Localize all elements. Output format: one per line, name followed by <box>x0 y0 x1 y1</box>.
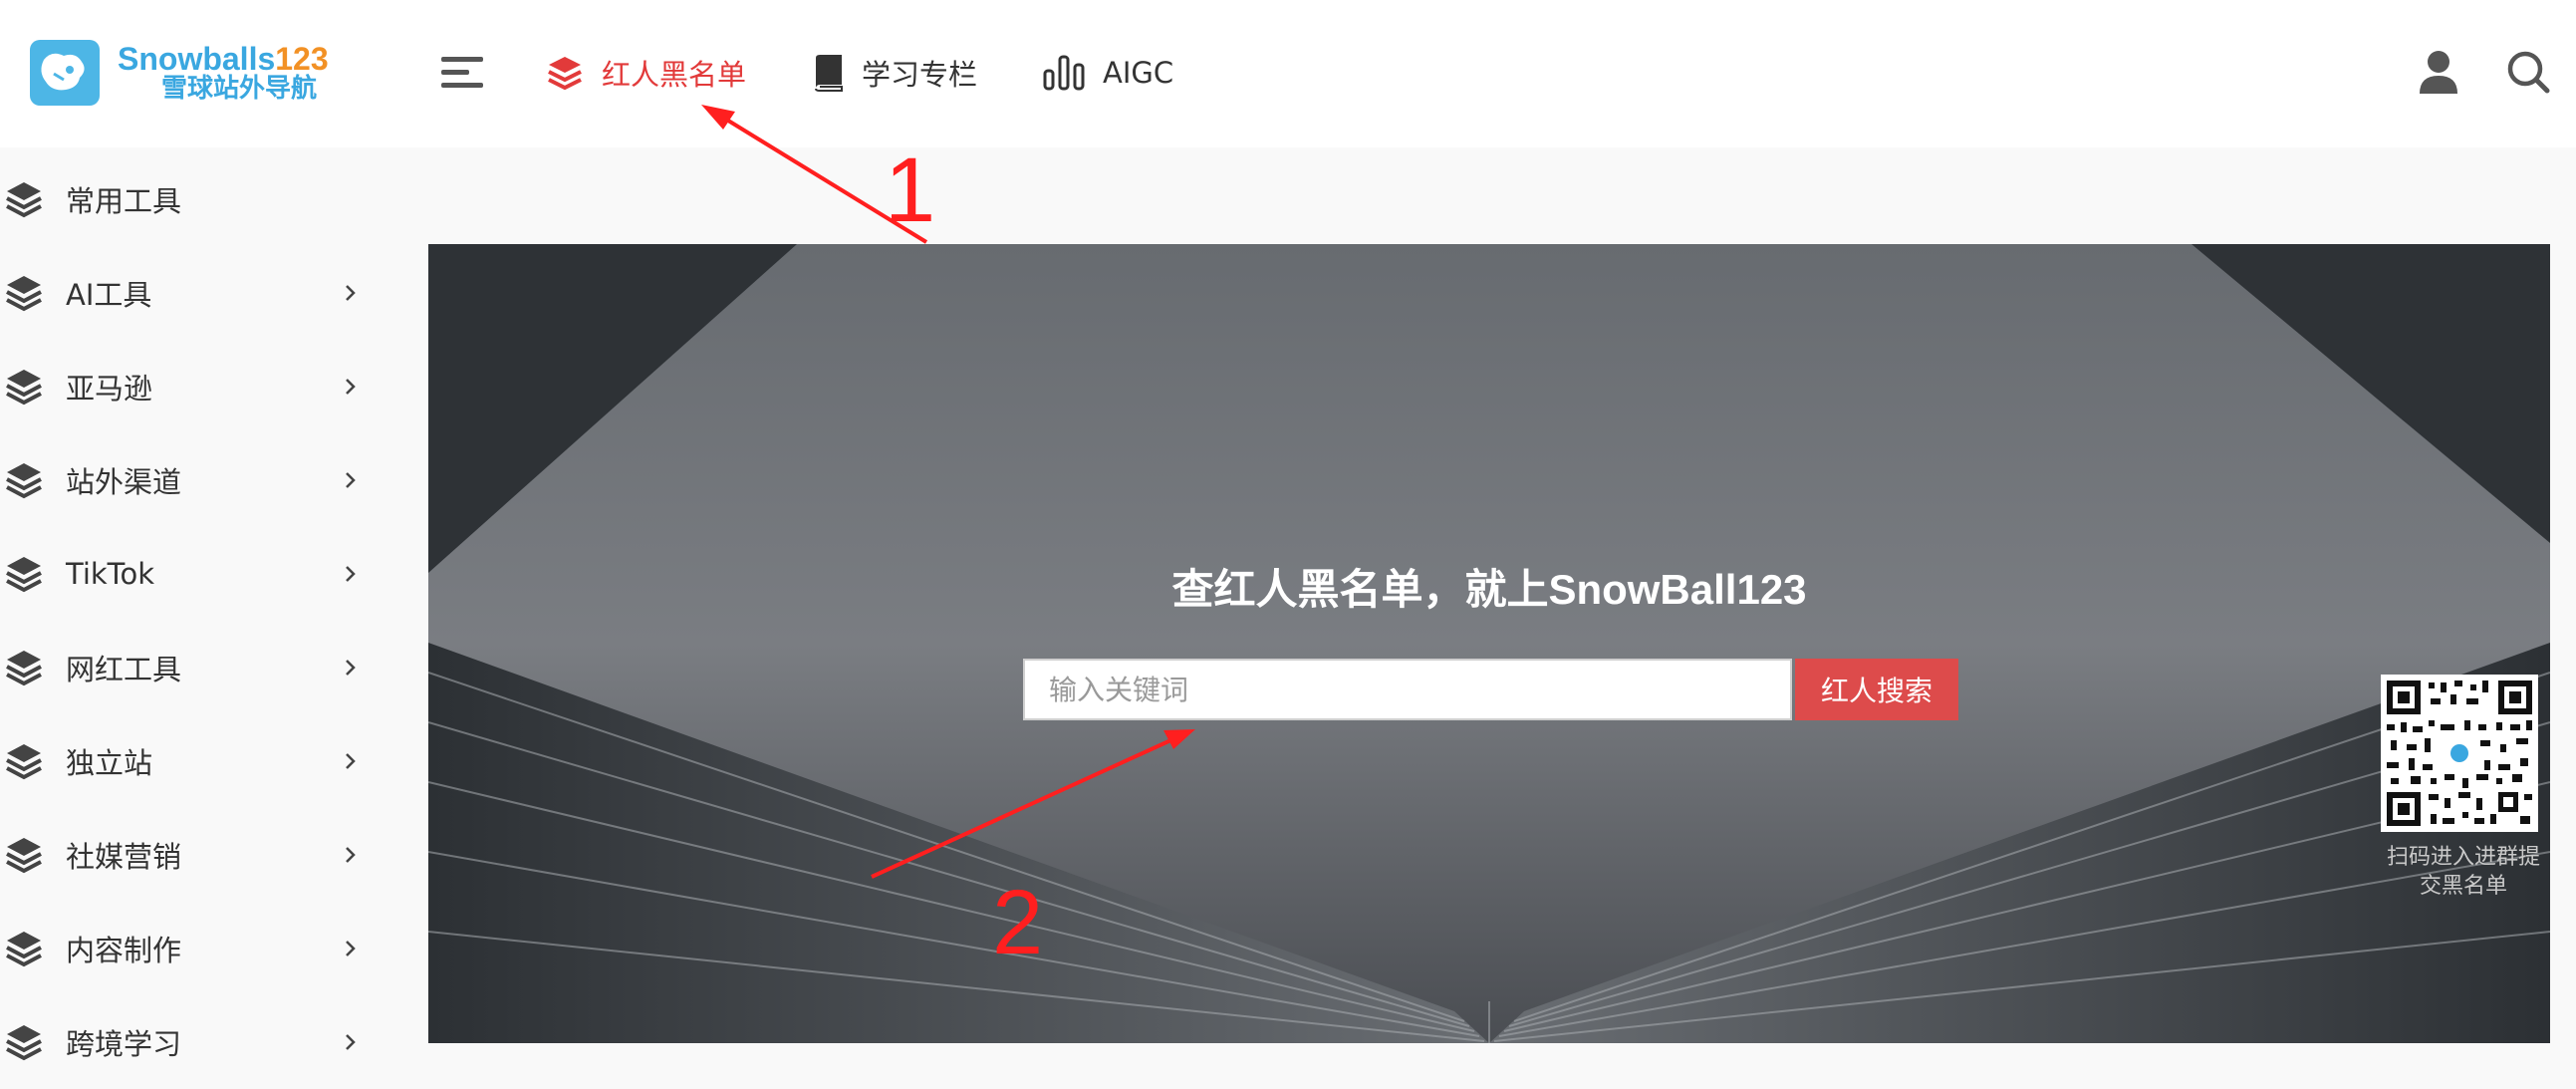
chevron-right-icon <box>346 753 356 769</box>
bar-chart-icon <box>1043 55 1085 91</box>
user-icon[interactable] <box>2419 50 2458 94</box>
menu-toggle-icon[interactable] <box>441 52 487 92</box>
layers-icon <box>6 557 42 593</box>
sidebar: 常用工具 AI工具 亚马逊 站外渠道 TikTok 网红工具 独立站 社媒营销 … <box>0 147 379 1061</box>
logo-subtitle: 雪球站外导航 <box>161 74 318 105</box>
snowball-logo-icon <box>30 40 100 106</box>
sidebar-item-amazon[interactable]: 亚马逊 <box>0 340 379 433</box>
nav-item-label: 红人黑名单 <box>602 58 747 92</box>
logo-number: 123 <box>275 40 329 77</box>
hero-banner: 查红人黑名单，就上SnowBall123 红人搜索 扫码进入进群提交黑名单 <box>428 244 2550 1043</box>
chevron-right-icon <box>346 847 356 863</box>
sidebar-item-tiktok[interactable]: TikTok <box>0 527 379 621</box>
logo-name: Snowballs <box>118 40 276 77</box>
search-icon[interactable] <box>2506 50 2550 94</box>
sidebar-item-social-marketing[interactable]: 社媒营销 <box>0 808 379 902</box>
nav-item-learning[interactable]: 学习专栏 <box>812 52 977 94</box>
layers-icon <box>6 651 42 686</box>
nav-item-aigc[interactable]: AIGC <box>1043 55 1173 91</box>
layers-icon <box>6 276 42 312</box>
sidebar-item-common-tools[interactable]: 常用工具 <box>0 152 379 246</box>
sidebar-item-label: AI工具 <box>66 278 152 312</box>
layers-icon <box>6 838 42 874</box>
sidebar-item-influencer-tools[interactable]: 网红工具 <box>0 621 379 714</box>
nav-item-label: AIGC <box>1103 56 1174 90</box>
sidebar-item-label: 网红工具 <box>66 653 182 686</box>
sidebar-item-label: 亚马逊 <box>66 372 153 406</box>
layers-icon <box>548 57 582 91</box>
layers-icon <box>6 1025 42 1061</box>
sidebar-item-crossborder-learning[interactable]: 跨境学习 <box>0 995 379 1089</box>
annotation-number-2: 2 <box>992 872 1044 973</box>
chevron-right-icon <box>346 285 356 301</box>
sidebar-item-ai-tools[interactable]: AI工具 <box>0 246 379 340</box>
layers-icon <box>6 370 42 406</box>
sidebar-item-label: 跨境学习 <box>66 1027 182 1061</box>
sidebar-item-label: TikTok <box>66 557 154 591</box>
sidebar-item-label: 内容制作 <box>66 934 182 967</box>
chevron-right-icon <box>346 941 356 956</box>
chevron-right-icon <box>346 472 356 488</box>
nav-item-blacklist[interactable]: 红人黑名单 <box>546 52 746 94</box>
sidebar-item-label: 站外渠道 <box>66 465 182 499</box>
qr-code-image <box>2381 675 2538 832</box>
layers-icon <box>6 744 42 780</box>
sidebar-item-label: 独立站 <box>66 746 153 780</box>
top-header: Snowballs123 雪球站外导航 红人黑名单 学习专栏 AIGC <box>0 0 2576 147</box>
qr-caption: 扫码进入进群提交黑名单 <box>2386 845 2540 898</box>
book-icon <box>815 55 844 92</box>
sidebar-item-label: 社媒营销 <box>66 840 182 874</box>
hero-title: 查红人黑名单，就上SnowBall123 <box>1171 566 1807 613</box>
layers-icon <box>6 932 42 967</box>
annotation-number-1: 1 <box>885 139 936 241</box>
chevron-right-icon <box>346 1034 356 1050</box>
sidebar-item-offsite-channels[interactable]: 站外渠道 <box>0 433 379 527</box>
sidebar-item-independent-site[interactable]: 独立站 <box>0 714 379 808</box>
chevron-right-icon <box>346 566 356 582</box>
layers-icon <box>6 182 42 218</box>
influencer-search-button[interactable]: 红人搜索 <box>1795 659 1958 720</box>
chevron-right-icon <box>346 660 356 676</box>
chevron-right-icon <box>346 379 356 395</box>
nav-item-label: 学习专栏 <box>862 58 978 92</box>
site-logo[interactable]: Snowballs123 雪球站外导航 <box>30 40 329 106</box>
main-nav: 红人黑名单 学习专栏 AIGC <box>546 52 1239 94</box>
sidebar-item-content-creation[interactable]: 内容制作 <box>0 902 379 995</box>
hero-background-image <box>428 244 2550 1043</box>
sidebar-item-label: 常用工具 <box>66 184 182 218</box>
keyword-search-input[interactable] <box>1023 659 1792 720</box>
layers-icon <box>6 463 42 499</box>
